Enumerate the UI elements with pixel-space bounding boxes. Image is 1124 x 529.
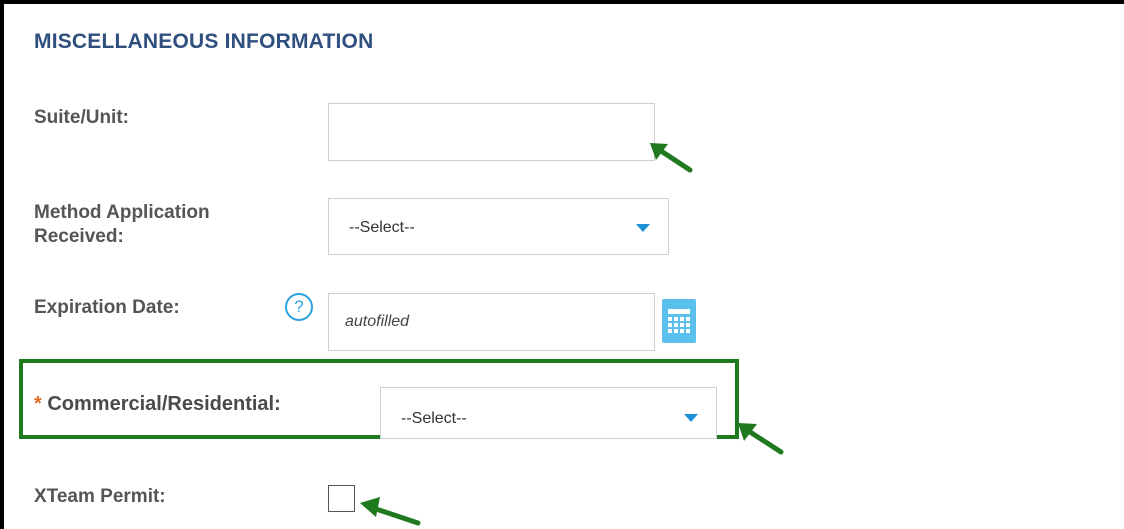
method-application-select[interactable]: --Select-- <box>328 198 669 255</box>
green-arrow-icon <box>360 497 421 526</box>
commercial-residential-selected-value: --Select-- <box>401 410 467 427</box>
xteam-permit-checkbox[interactable] <box>328 485 355 512</box>
commercial-residential-select[interactable]: --Select-- <box>380 387 717 439</box>
green-arrow-icon <box>738 423 784 455</box>
commercial-residential-label-text: Commercial/Residential: <box>47 393 281 415</box>
expiration-date-label: Expiration Date: <box>34 297 180 318</box>
required-asterisk: * <box>34 393 42 415</box>
green-arrow-icon <box>650 143 693 173</box>
section-title: MISCELLANEOUS INFORMATION <box>34 30 374 53</box>
method-application-label-line2: Received: <box>34 226 124 247</box>
form-frame <box>0 0 1124 529</box>
method-application-label-line1: Method Application <box>34 202 210 223</box>
expiration-date-input[interactable] <box>328 293 655 351</box>
suite-unit-input[interactable] <box>328 103 655 161</box>
suite-unit-label: Suite/Unit: <box>34 107 129 128</box>
method-application-selected-value: --Select-- <box>349 219 415 236</box>
chevron-down-icon <box>684 414 698 422</box>
calendar-icon <box>668 309 690 333</box>
commercial-residential-label: * Commercial/Residential: <box>34 392 281 416</box>
calendar-button[interactable] <box>662 299 696 343</box>
xteam-permit-label: XTeam Permit: <box>34 486 166 507</box>
method-application-label: Method Application Received: <box>34 201 210 249</box>
chevron-down-icon <box>636 224 650 232</box>
help-circle-icon[interactable]: ? <box>285 293 313 321</box>
